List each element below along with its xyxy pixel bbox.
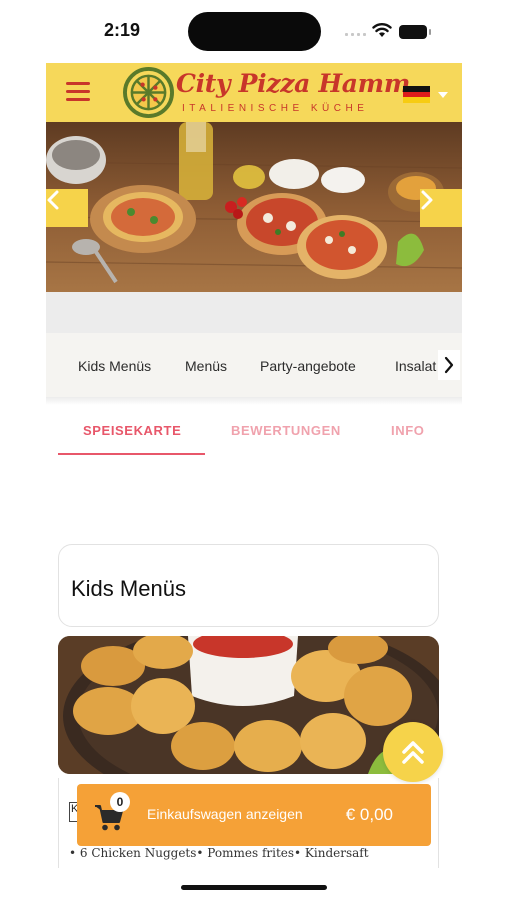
category-menus[interactable]: Menüs — [185, 358, 227, 374]
hero-slider — [46, 122, 462, 292]
hamburger-menu-icon[interactable] — [66, 82, 90, 102]
tab-info[interactable]: INFO — [391, 423, 424, 438]
item-description: • 6 Chicken Nuggets• Pommes frites• Kind… — [69, 846, 369, 860]
restaurant-logo[interactable]: City Pizza Hamm ITALIENISCHE KÜCHE — [120, 65, 410, 120]
active-tab-indicator — [58, 453, 205, 455]
section-header-card: Kids Menüs — [58, 544, 439, 627]
home-indicator — [181, 885, 327, 890]
pizza-logo-icon — [123, 67, 174, 118]
language-dropdown-caret-icon[interactable] — [438, 92, 448, 98]
dynamic-island — [188, 12, 321, 51]
double-chevron-up-icon — [402, 741, 424, 764]
logo-subtitle: ITALIENISCHE KÜCHE — [182, 103, 369, 114]
scroll-to-top-button[interactable] — [383, 722, 443, 782]
hero-next-button[interactable] — [420, 189, 462, 227]
tab-speisekarte[interactable]: SPEISEKARTE — [83, 423, 181, 438]
cellular-signal-icon — [345, 30, 367, 36]
cart-count-badge: 0 — [110, 792, 130, 812]
category-party-angebote[interactable]: Party-angebote — [260, 358, 356, 374]
view-cart-button[interactable]: 0 Einkaufswagen anzeigen € 0,00 — [77, 784, 431, 846]
category-bar: Kids Menüs Menüs Party-angebote Insalat — [46, 333, 462, 397]
app-header: City Pizza Hamm ITALIENISCHE KÜCHE — [46, 63, 462, 122]
category-bar-shadow — [46, 397, 462, 405]
hero-pizza-photo — [46, 122, 462, 292]
tab-bewertungen[interactable]: BEWERTUNGEN — [231, 423, 341, 438]
product-image[interactable] — [58, 636, 439, 774]
banner-spacer — [46, 292, 462, 333]
chevron-right-icon — [444, 356, 454, 374]
cart-label: Einkaufswagen anzeigen — [147, 806, 303, 822]
logo-name: City Pizza Hamm — [176, 69, 410, 98]
cart-total: € 0,00 — [345, 805, 393, 824]
chicken-nuggets-photo — [58, 636, 439, 774]
chevron-left-icon — [47, 190, 59, 210]
battery-icon — [399, 25, 431, 39]
hero-prev-button[interactable] — [46, 189, 88, 227]
germany-flag-icon[interactable] — [403, 86, 430, 103]
status-time: 2:19 — [104, 20, 141, 40]
category-insalate[interactable]: Insalat — [395, 358, 436, 374]
wifi-icon — [372, 23, 392, 37]
category-kids-menus[interactable]: Kids Menüs — [78, 358, 151, 374]
category-scroll-right-button[interactable] — [438, 350, 460, 380]
status-bar: 2:19 — [0, 0, 507, 62]
chevron-right-icon — [421, 190, 433, 210]
section-title: Kids Menüs — [71, 576, 186, 601]
